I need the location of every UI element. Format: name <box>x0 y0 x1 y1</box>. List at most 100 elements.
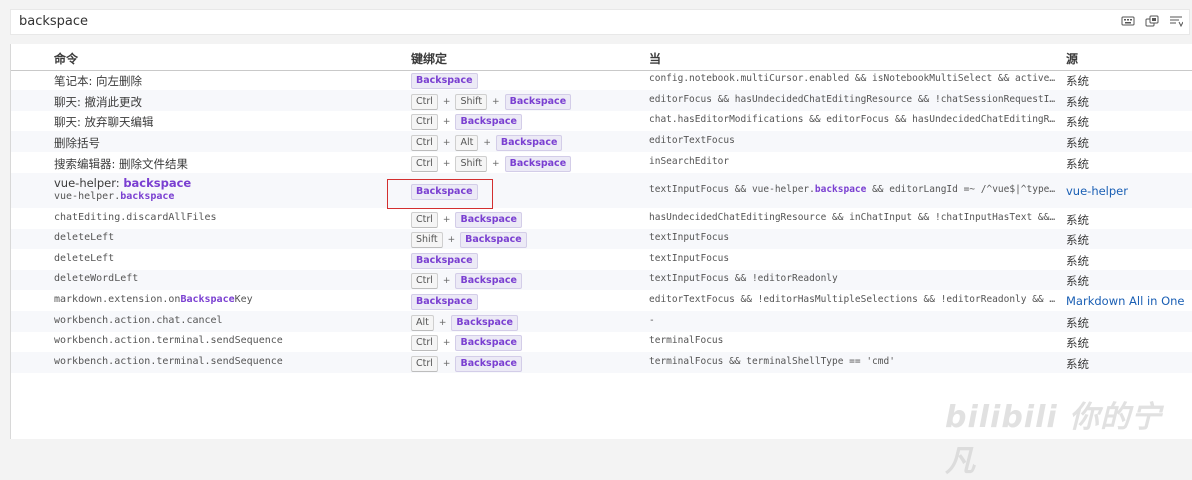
command-cell: 删除括号 <box>54 135 100 150</box>
keybinding-cell[interactable]: Alt + Backspace <box>411 314 518 331</box>
command-cell: chatEditing.discardAllFiles <box>54 211 217 223</box>
source-cell[interactable]: Markdown All in One <box>1066 294 1185 308</box>
when-cell: config.notebook.multiCursor.enabled && i… <box>649 73 1059 84</box>
key-cap: Ctrl <box>411 273 438 289</box>
match-highlight: backspace <box>120 191 175 202</box>
when-cell: editorTextFocus <box>649 134 735 146</box>
header-source[interactable]: 源 <box>1066 50 1078 67</box>
command-cell: 聊天: 撤消此更改 <box>54 94 143 109</box>
key-separator: + <box>442 117 451 127</box>
key-cap: Alt <box>455 134 479 151</box>
source-cell: 系统 <box>1066 135 1089 150</box>
table-header: 命令 键绑定 当 源 <box>11 44 1192 71</box>
key-separator: + <box>483 137 491 148</box>
key-cap: Ctrl <box>411 155 438 172</box>
header-when[interactable]: 当 <box>649 50 661 67</box>
when-cell: terminalFocus && terminalShellType == 'c… <box>649 355 895 367</box>
key-cap: Backspace <box>460 232 527 248</box>
key-cap: Ctrl <box>411 355 438 372</box>
key-cap: Backspace <box>411 252 478 269</box>
source-cell: 系统 <box>1066 94 1089 109</box>
command-id: vue-helper.backspace <box>54 191 175 202</box>
command-cell: deleteLeft <box>54 232 115 243</box>
source-cell: 系统 <box>1066 253 1089 268</box>
when-cell: chat.hasEditorModifications && editorFoc… <box>649 114 1059 125</box>
keybinding-cell[interactable]: Ctrl + Backspace <box>411 211 522 228</box>
source-cell: 系统 <box>1066 356 1089 371</box>
sort-icon[interactable] <box>1169 15 1183 27</box>
when-cell: editorTextFocus && !editorHasMultipleSel… <box>649 293 1059 305</box>
key-cap: Backspace <box>495 134 563 151</box>
keybinding-cell[interactable]: Ctrl + Shift + Backspace <box>411 93 572 110</box>
key-cap: Ctrl <box>411 93 438 110</box>
key-cap: Backspace <box>451 314 518 331</box>
keybinding-cell[interactable]: Ctrl + Backspace <box>411 355 522 372</box>
key-cap: Backspace <box>455 335 522 351</box>
key-separator: + <box>447 235 456 245</box>
table-row[interactable]: chatEditing.discardAllFiles Ctrl + Backspac… <box>11 208 1192 229</box>
table-row[interactable]: workbench.action.terminal.sendSequence Ct… <box>11 332 1192 352</box>
command-cell: workbench.action.terminal.sendSequence <box>54 355 283 367</box>
key-cap: Backspace <box>411 73 478 89</box>
key-separator: + <box>442 158 451 169</box>
search-input[interactable]: backspace <box>19 14 88 29</box>
keyboard-icon[interactable] <box>1121 15 1135 27</box>
keybinding-cell[interactable]: Ctrl + Shift + Backspace <box>411 155 572 172</box>
source-cell: 系统 <box>1066 74 1089 88</box>
keybindings-table: 命令 键绑定 当 源 笔记本: 向左删除 Backspace config.note… <box>10 44 1192 439</box>
command-cell: 笔记本: 向左删除 <box>54 74 143 88</box>
keybinding-cell[interactable]: Ctrl + Backspace <box>411 335 522 351</box>
key-cap: Ctrl <box>411 134 438 151</box>
command-cell: 聊天: 放弃聊天编辑 <box>54 115 154 129</box>
key-cap: Backspace <box>455 114 522 130</box>
key-separator: + <box>492 158 500 169</box>
source-cell[interactable]: vue-helper <box>1066 184 1128 198</box>
key-cap: Shift <box>455 155 488 172</box>
watermark: bilibili 你的宁凡 <box>945 400 1163 479</box>
keybinding-cell[interactable]: Ctrl + Alt + Backspace <box>411 134 563 151</box>
annotation-highlight-box <box>387 179 493 209</box>
table-row[interactable]: 聊天: 撤消此更改 Ctrl + Shift + Backspace editorFocus… <box>11 90 1192 111</box>
key-cap: Backspace <box>411 293 478 310</box>
key-cap: Ctrl <box>411 211 438 228</box>
source-cell: 系统 <box>1066 274 1089 288</box>
key-cap: Shift <box>455 93 488 110</box>
header-keybinding[interactable]: 键绑定 <box>411 50 447 67</box>
command-cell: workbench.action.terminal.sendSequence <box>54 335 283 346</box>
command-cell: deleteLeft <box>54 252 115 264</box>
key-cap: Backspace <box>455 211 522 228</box>
table-row[interactable]: deleteWordLeft Ctrl + Backspace textInputFoc… <box>11 270 1192 290</box>
source-cell: 系统 <box>1066 315 1089 330</box>
table-row[interactable]: workbench.action.terminal.sendSequence Ct… <box>11 352 1192 373</box>
keybindings-search-bar[interactable]: backspace <box>10 9 1190 35</box>
table-row[interactable]: workbench.action.chat.cancel Alt + Backspac… <box>11 311 1192 332</box>
keybinding-cell[interactable]: Ctrl + Backspace <box>411 114 522 130</box>
keybinding-cell[interactable]: Ctrl + Backspace <box>411 273 522 289</box>
table-row[interactable]: 聊天: 放弃聊天编辑 Ctrl + Backspace chat.hasEditorMo… <box>11 111 1192 131</box>
when-cell: textInputFocus && vue-helper.backspace &… <box>649 183 1059 195</box>
table-row[interactable]: deleteLeft Backspace textInputFocus 系统 <box>11 249 1192 270</box>
source-cell: 系统 <box>1066 233 1089 247</box>
table-row[interactable]: 删除括号 Ctrl + Alt + Backspace editorTextFocus 系统 <box>11 131 1192 152</box>
key-separator: + <box>492 96 500 107</box>
key-cap: Ctrl <box>411 335 438 351</box>
keybinding-cell[interactable]: Backspace <box>411 73 478 89</box>
table-row[interactable]: vue-helper: backspace vue-helper.backspac… <box>11 173 1192 208</box>
record-keys-icon[interactable] <box>1145 15 1159 27</box>
table-row[interactable]: 笔记本: 向左删除 Backspace config.notebook.multiC… <box>11 70 1192 90</box>
match-highlight: Backspace <box>180 293 235 305</box>
table-row[interactable]: markdown.extension.onBackspaceKey Backspa… <box>11 290 1192 311</box>
header-command[interactable]: 命令 <box>54 50 78 67</box>
key-separator: + <box>442 276 451 286</box>
command-cell: markdown.extension.onBackspaceKey <box>54 293 253 305</box>
keybinding-cell[interactable]: Backspace <box>411 252 478 269</box>
table-row[interactable]: 搜索编辑器: 删除文件结果 Ctrl + Shift + Backspace inSearc… <box>11 152 1192 173</box>
command-cell: workbench.action.chat.cancel <box>54 314 223 326</box>
keybinding-cell[interactable]: Shift + Backspace <box>411 232 527 248</box>
search-actions <box>1121 15 1183 27</box>
table-row[interactable]: deleteLeft Shift + Backspace textInputFocus 系… <box>11 229 1192 249</box>
keybinding-cell[interactable]: Backspace <box>411 293 478 310</box>
key-separator: + <box>442 338 451 348</box>
key-cap: Backspace <box>455 355 522 372</box>
source-cell: 系统 <box>1066 336 1089 350</box>
